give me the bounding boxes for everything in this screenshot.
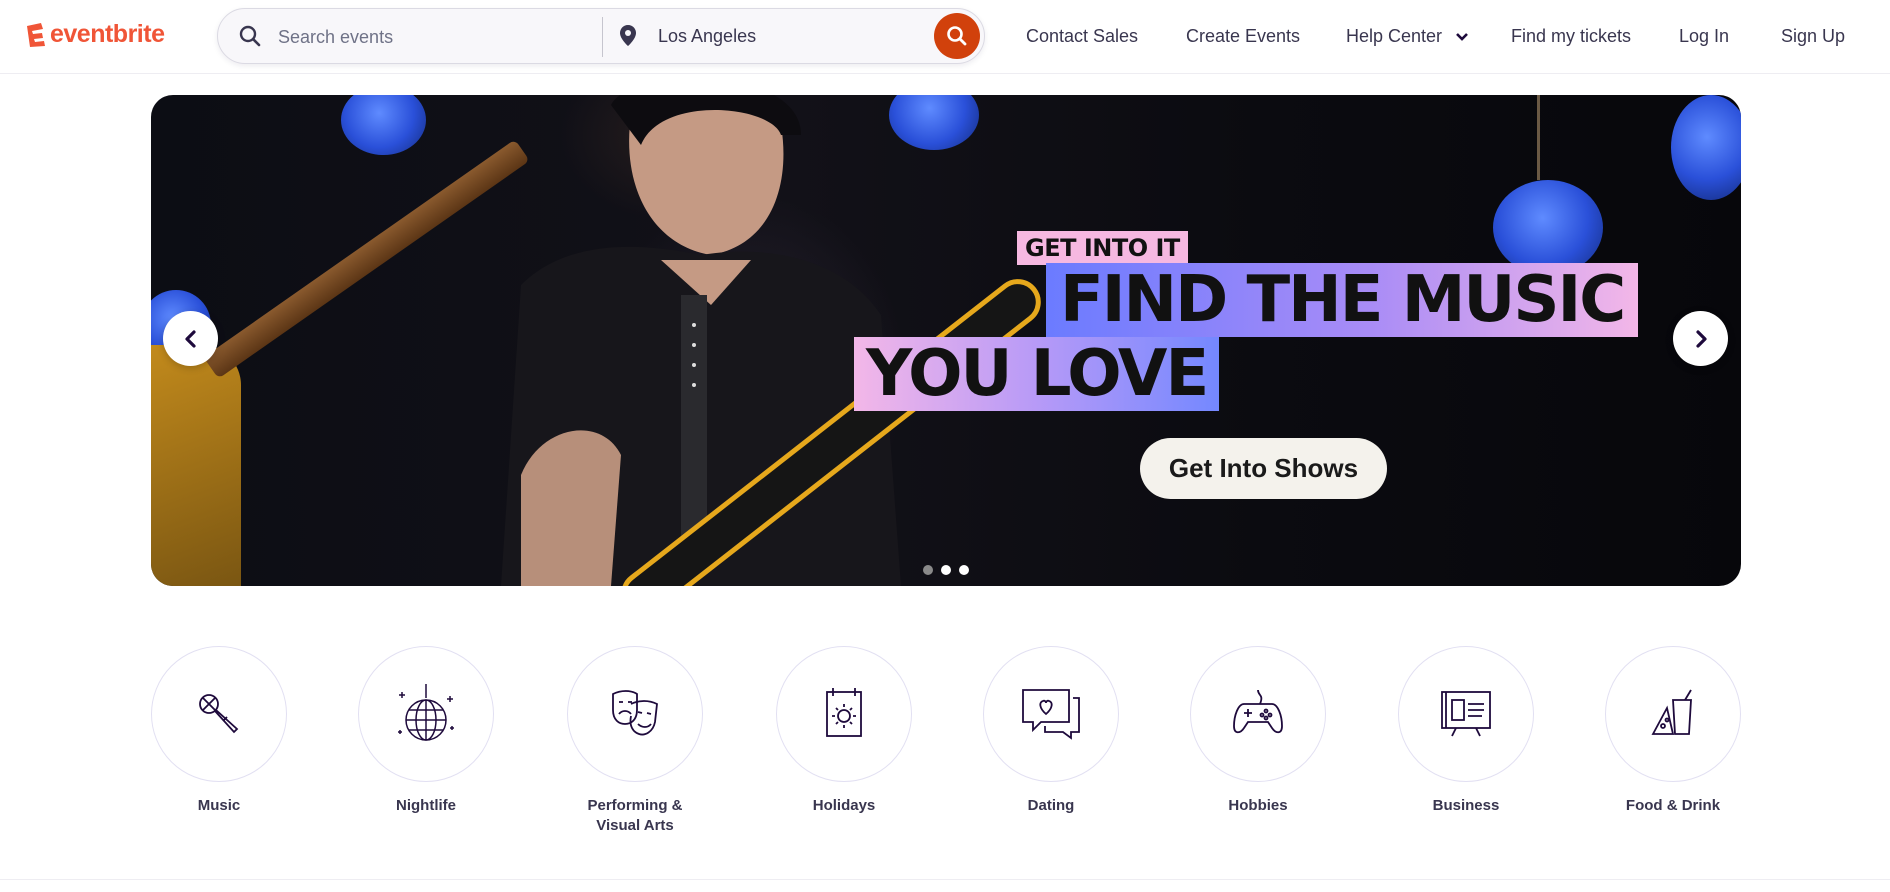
blue-lantern — [889, 95, 979, 150]
category-circle — [776, 646, 912, 782]
nav-contact-sales[interactable]: Contact Sales — [1026, 26, 1138, 47]
blue-lantern — [341, 95, 426, 155]
nav-sign-up[interactable]: Sign Up — [1781, 26, 1845, 47]
blue-lantern — [1493, 180, 1603, 275]
disco-ball-icon — [398, 684, 454, 741]
category-performing-visual-arts[interactable]: Performing & Visual Arts — [567, 646, 703, 836]
chevron-right-icon — [1695, 329, 1707, 348]
bandmate-sleeve — [151, 345, 241, 586]
category-music[interactable]: Music — [151, 646, 287, 816]
category-label: Music — [197, 797, 241, 814]
brand-name: eventbrite — [50, 20, 165, 48]
category-nightlife[interactable]: Nightlife — [358, 646, 494, 816]
hero-banner: GET INTO IT FIND THE MUSIC YOU LOVE Get … — [151, 95, 1741, 586]
category-circle — [358, 646, 494, 782]
get-into-shows-button[interactable]: Get Into Shows — [1140, 438, 1387, 499]
nav-help-center[interactable]: Help Center — [1346, 26, 1469, 47]
category-business[interactable]: Business — [1398, 646, 1534, 816]
carousel-dot[interactable] — [941, 565, 951, 575]
chat-heart-icon — [1022, 689, 1080, 740]
carousel-dot[interactable] — [923, 565, 933, 575]
category-label: Nightlife — [396, 797, 456, 814]
carousel-dots — [923, 565, 969, 575]
category-row: Music Nightlife Performing & Visual Arts… — [0, 646, 1890, 846]
nav-find-my-tickets[interactable]: Find my tickets — [1511, 26, 1631, 47]
hero-headline-line1: FIND THE MUSIC — [1046, 263, 1639, 337]
search-icon — [947, 26, 967, 46]
search-bar: Los Angeles — [217, 8, 985, 64]
blue-lantern — [1671, 95, 1741, 200]
category-dating[interactable]: Dating — [983, 646, 1119, 816]
category-hobbies[interactable]: Hobbies — [1190, 646, 1326, 816]
search-divider — [602, 17, 603, 57]
hero-headline-line2: YOU LOVE — [854, 337, 1220, 411]
category-circle — [1190, 646, 1326, 782]
top-header: eventbrite Los Angeles Contact Sales Cre… — [0, 0, 1890, 74]
microphone-icon — [199, 694, 239, 734]
chevron-left-icon — [184, 329, 196, 348]
category-label: Business — [1432, 797, 1500, 814]
category-label: Hobbies — [1228, 797, 1288, 814]
presentation-board-icon — [1441, 691, 1491, 737]
nav-create-events[interactable]: Create Events — [1186, 26, 1300, 47]
category-label: Dating — [1027, 797, 1075, 814]
chevron-down-icon — [1456, 33, 1468, 42]
search-submit-button[interactable] — [934, 13, 980, 59]
location-pin-icon — [620, 25, 636, 46]
nav-log-in[interactable]: Log In — [1679, 26, 1729, 47]
carousel-next-button[interactable] — [1673, 311, 1728, 366]
section-divider — [0, 879, 1890, 880]
category-circle — [151, 646, 287, 782]
calendar-sun-icon — [826, 688, 862, 737]
category-circle — [983, 646, 1119, 782]
nav-help-center-label: Help Center — [1346, 26, 1443, 46]
category-circle — [1605, 646, 1741, 782]
guitarist-figure — [501, 95, 901, 586]
search-icon — [239, 25, 261, 47]
eventbrite-logo[interactable]: eventbrite — [24, 20, 165, 49]
search-input[interactable] — [278, 23, 598, 51]
lantern-cord — [1537, 95, 1540, 180]
category-holidays[interactable]: Holidays — [776, 646, 912, 816]
carousel-dot[interactable] — [959, 565, 969, 575]
category-circle — [567, 646, 703, 782]
location-field[interactable]: Los Angeles — [658, 26, 756, 47]
category-label: Food & Drink — [1625, 797, 1721, 814]
gamepad-icon — [1233, 689, 1283, 734]
hero-kicker: GET INTO IT — [1017, 231, 1188, 265]
category-circle — [1398, 646, 1534, 782]
theater-masks-icon — [612, 690, 658, 736]
carousel-prev-button[interactable] — [163, 311, 218, 366]
category-label: Performing & Visual Arts — [587, 797, 683, 834]
category-label: Holidays — [812, 797, 876, 814]
eventbrite-logo-icon — [27, 22, 45, 47]
category-food-drink[interactable]: Food & Drink — [1605, 646, 1741, 816]
food-drink-icon — [1651, 689, 1692, 735]
